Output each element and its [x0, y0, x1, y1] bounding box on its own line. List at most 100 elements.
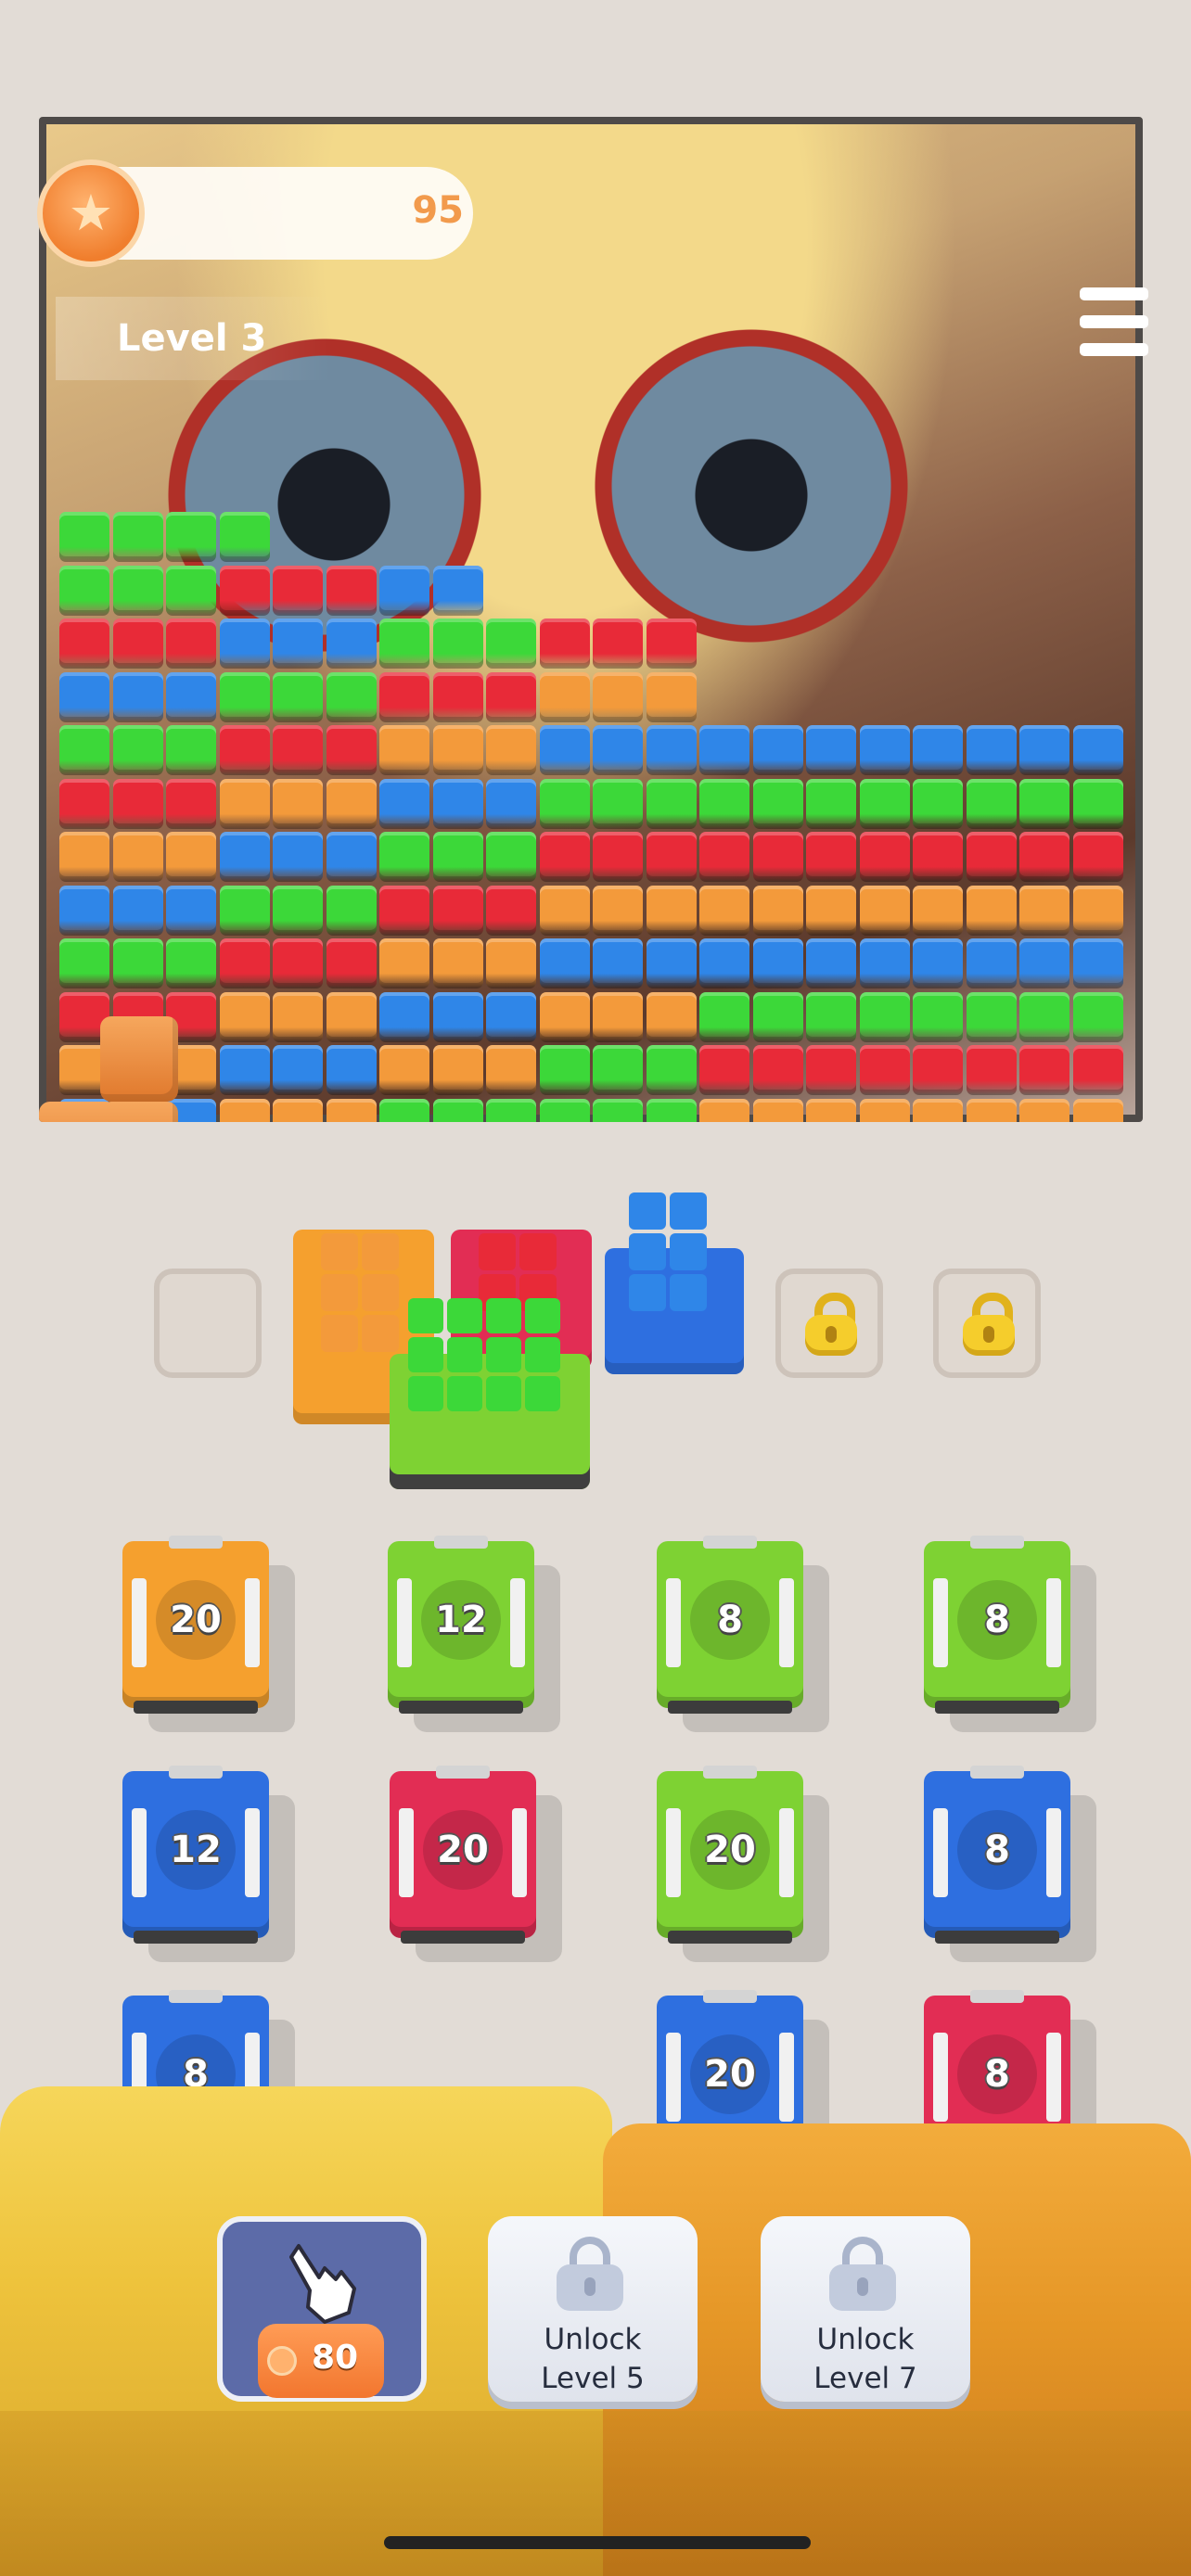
color-cube: [913, 832, 963, 882]
color-cube: [806, 991, 856, 1042]
color-cube: [859, 1098, 910, 1122]
truck-capacity-badge: 8: [957, 1810, 1037, 1890]
color-cube: [219, 938, 270, 988]
truck-side-rail: [666, 1808, 681, 1897]
orange-block: [100, 1102, 178, 1122]
truck-side-rail: [779, 2033, 794, 2122]
color-cube: [59, 938, 109, 988]
color-cube: [1019, 1045, 1069, 1095]
color-cube: [486, 778, 536, 829]
truck-green[interactable]: 8: [657, 1536, 829, 1732]
color-cube: [806, 725, 856, 775]
color-cube: [539, 671, 590, 722]
color-cube: [1019, 778, 1069, 829]
color-cube: [699, 778, 749, 829]
color-cube: [699, 938, 749, 988]
truck-bumper: [668, 1701, 792, 1714]
color-cube: [432, 832, 483, 882]
color-cube: [379, 1045, 429, 1095]
color-cube: [273, 832, 323, 882]
hamburger-menu-icon[interactable]: [1080, 287, 1148, 358]
unlock-text: Unlock: [544, 2323, 642, 2356]
color-cube: [432, 991, 483, 1042]
truck-bumper: [134, 1931, 258, 1944]
color-cube: [112, 618, 163, 669]
color-cube: [539, 938, 590, 988]
color-cube: [219, 1045, 270, 1095]
color-cube: [699, 1098, 749, 1122]
color-cube: [486, 938, 536, 988]
color-cube: [219, 565, 270, 616]
color-cube: [1072, 991, 1123, 1042]
color-cube: [486, 671, 536, 722]
color-cube: [752, 991, 803, 1042]
color-cube: [646, 725, 697, 775]
truck-side-rail: [933, 1808, 948, 1897]
color-cube: [166, 618, 216, 669]
color-cube: [1072, 938, 1123, 988]
color-cube: [432, 938, 483, 988]
color-cube: [646, 832, 697, 882]
color-cube: [593, 885, 643, 936]
color-cube: [699, 991, 749, 1042]
truck-side-rail: [933, 2033, 948, 2122]
color-cube: [59, 778, 109, 829]
color-cube: [1072, 778, 1123, 829]
color-cube: [379, 832, 429, 882]
truck-capacity-badge: 20: [690, 2034, 770, 2114]
color-cube: [699, 1045, 749, 1095]
color-cube: [486, 725, 536, 775]
color-cube: [966, 885, 1017, 936]
color-cube: [486, 618, 536, 669]
color-cube: [646, 1045, 697, 1095]
truck-capacity: 12: [170, 1829, 222, 1871]
color-cube: [859, 832, 910, 882]
truck-grille: [703, 1766, 757, 1779]
locked-tool-button-2[interactable]: Unlock Level 7: [761, 2216, 970, 2402]
truck-grille: [703, 1990, 757, 2003]
truck-side-rail: [132, 1808, 147, 1897]
locked-tool-button-1[interactable]: Unlock Level 5: [488, 2216, 698, 2402]
color-cube: [432, 565, 483, 616]
color-cube: [432, 778, 483, 829]
color-cube: [326, 725, 377, 775]
color-cube: [59, 832, 109, 882]
truck-red[interactable]: 20: [390, 1766, 562, 1962]
tool-price-tag[interactable]: 80: [258, 2324, 384, 2398]
sofa-front: [0, 2411, 1191, 2576]
color-cube: [326, 618, 377, 669]
color-cube: [752, 1098, 803, 1122]
truck-capacity: 8: [717, 1599, 743, 1641]
color-cube: [112, 885, 163, 936]
coin-star-icon: ★: [37, 159, 145, 267]
color-cube: [166, 725, 216, 775]
color-cube: [379, 618, 429, 669]
color-cube: [1072, 1045, 1123, 1095]
color-cube: [1072, 832, 1123, 882]
color-cube: [326, 671, 377, 722]
truck-green[interactable]: 8: [924, 1536, 1096, 1732]
truck-blue[interactable]: 8: [924, 1766, 1096, 1962]
parking-slot-locked[interactable]: [933, 1269, 1041, 1378]
truck-bumper: [668, 1931, 792, 1944]
color-cube: [486, 885, 536, 936]
color-cube: [379, 725, 429, 775]
truck-green[interactable]: 20: [657, 1766, 829, 1962]
color-cube: [432, 725, 483, 775]
home-indicator[interactable]: [384, 2536, 811, 2549]
truck-orange[interactable]: 20: [122, 1536, 295, 1732]
truck-capacity-badge: 12: [421, 1580, 501, 1660]
truck-blue[interactable]: 12: [122, 1766, 295, 1962]
truck-side-rail: [510, 1578, 525, 1667]
truck-grille: [970, 1990, 1024, 2003]
color-cube: [166, 832, 216, 882]
lock-icon: [826, 2237, 900, 2311]
truck-green[interactable]: 12: [388, 1536, 560, 1732]
coin-count: 95: [412, 189, 464, 232]
color-cube: [59, 618, 109, 669]
parking-slot-locked[interactable]: [775, 1269, 883, 1378]
color-cube: [646, 991, 697, 1042]
pointing-hand-icon: [289, 2244, 356, 2324]
color-cube: [859, 885, 910, 936]
truck-capacity-badge: 12: [156, 1810, 236, 1890]
